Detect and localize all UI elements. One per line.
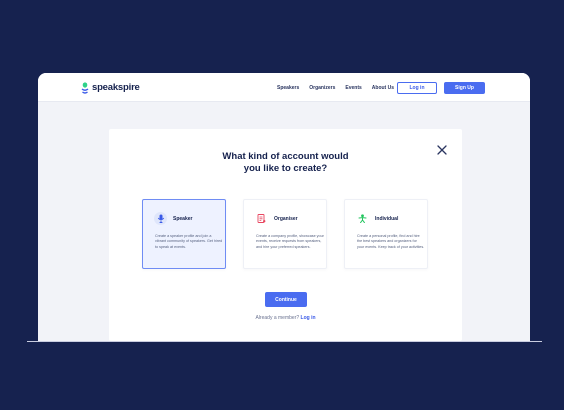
document-icon: [255, 212, 268, 225]
existing-member-prompt: Already a member? Log in: [109, 315, 462, 321]
option-title: Speaker: [173, 216, 193, 222]
brand-logo[interactable]: speakspire: [81, 81, 140, 94]
account-option-individual[interactable]: Individual Create a personal profile, fi…: [344, 199, 428, 269]
microphone-icon: [154, 212, 167, 225]
signup-button[interactable]: Sign Up: [444, 82, 485, 94]
option-title: Organiser: [274, 216, 298, 222]
modal-title: What kind of account would you like to c…: [109, 151, 462, 175]
top-navbar: speakspire Speakers Organizers Events Ab…: [38, 73, 530, 102]
option-title: Individual: [375, 216, 399, 222]
option-description: Create a company profile, showcase your …: [256, 234, 324, 249]
continue-button[interactable]: Continue: [265, 292, 307, 307]
account-type-options: Speaker Create a speaker profile and joi…: [142, 199, 428, 269]
person-icon: [356, 212, 369, 225]
option-description: Create a speaker profile and join a vibr…: [155, 234, 223, 249]
member-text: Already a member?: [255, 315, 300, 321]
device-base-line: [27, 341, 542, 342]
login-button[interactable]: Log in: [397, 82, 437, 94]
login-link[interactable]: Log in: [301, 315, 316, 321]
browser-window: speakspire Speakers Organizers Events Ab…: [38, 73, 530, 341]
nav-link-speakers[interactable]: Speakers: [277, 85, 299, 91]
account-option-speaker[interactable]: Speaker Create a speaker profile and joi…: [142, 199, 226, 269]
option-description: Create a personal profile, find and hire…: [357, 234, 425, 249]
account-type-modal: What kind of account would you like to c…: [109, 129, 462, 341]
nav-link-events[interactable]: Events: [345, 85, 361, 91]
nav-links: Speakers Organizers Events About Us: [277, 85, 394, 91]
modal-title-line-1: What kind of account would: [222, 151, 349, 162]
modal-title-line-2: you like to create?: [243, 163, 328, 174]
speakspire-logo-icon: [81, 81, 89, 94]
brand-name: speakspire: [92, 81, 140, 93]
account-option-organiser[interactable]: Organiser Create a company profile, show…: [243, 199, 327, 269]
nav-link-organizers[interactable]: Organizers: [309, 85, 335, 91]
nav-link-about-us[interactable]: About Us: [372, 85, 394, 91]
